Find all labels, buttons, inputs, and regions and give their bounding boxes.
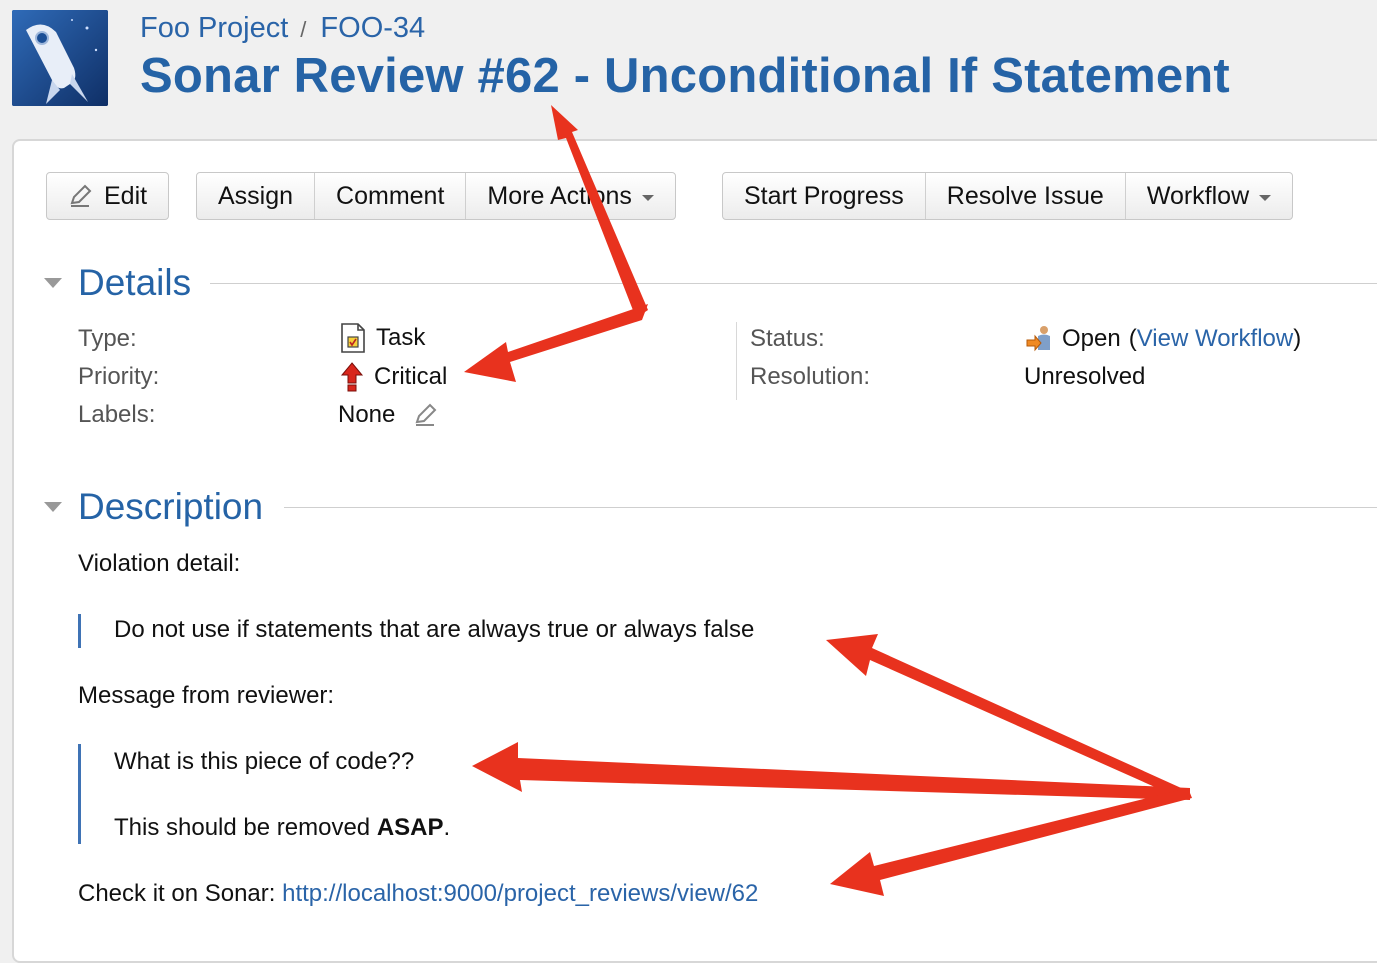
paren-open: ( <box>1128 325 1137 352</box>
priority-value-text: Critical <box>374 363 448 390</box>
details-divider <box>210 283 1377 284</box>
description-section-header[interactable]: Description <box>44 486 263 528</box>
labels-value: None <box>338 401 437 429</box>
type-value-text: Task <box>376 324 426 351</box>
resolve-issue-button[interactable]: Resolve Issue <box>926 173 1126 219</box>
workflow-button-group: Start Progress Resolve Issue Workflow <box>722 172 1294 220</box>
resolution-value: Unresolved <box>1024 363 1146 390</box>
reviewer-line-1: What is this piece of code?? <box>114 748 415 775</box>
status-value: Open (View Workflow) <box>1026 324 1301 354</box>
details-section-header[interactable]: Details <box>44 262 191 304</box>
chevron-down-icon <box>641 195 654 201</box>
reviewer-line-2-text: This should be removed <box>114 814 377 841</box>
paren-close: ) <box>1293 325 1302 352</box>
labels-value-text: None <box>338 401 396 428</box>
edit-button-label: Edit <box>104 181 148 210</box>
edit-labels-pencil-icon[interactable] <box>413 403 437 427</box>
task-icon <box>340 323 366 353</box>
pencil-icon <box>68 184 92 208</box>
breadcrumb-issue-link[interactable]: FOO-34 <box>320 12 425 44</box>
violation-quote-text: Do not use if statements that are always… <box>114 616 755 643</box>
sonar-prefix: Check it on Sonar: <box>78 880 283 907</box>
edit-button[interactable]: Edit <box>47 173 168 219</box>
edit-button-group: Edit <box>46 172 170 220</box>
details-column-divider <box>736 322 737 400</box>
open-status-icon <box>1026 324 1052 354</box>
resolution-label: Resolution: <box>750 363 871 390</box>
status-value-text: Open <box>1062 325 1121 352</box>
reviewer-quote-bar <box>78 744 81 844</box>
violation-detail-label: Violation detail: <box>78 550 241 577</box>
more-actions-button[interactable]: More Actions <box>466 173 675 219</box>
reviewer-line-2-suffix: . <box>443 814 451 841</box>
breadcrumb-project-link[interactable]: Foo Project <box>140 12 288 44</box>
start-progress-button[interactable]: Start Progress <box>723 173 926 219</box>
view-workflow-link[interactable]: View Workflow <box>1137 325 1294 353</box>
workflow-button[interactable]: Workflow <box>1126 173 1292 219</box>
comment-button[interactable]: Comment <box>315 173 467 219</box>
more-actions-label: More Actions <box>487 181 632 210</box>
reviewer-line-2-bold: ASAP <box>376 814 444 841</box>
status-label: Status: <box>750 325 825 352</box>
project-logo-icon[interactable] <box>12 10 108 106</box>
priority-value: Critical <box>340 362 447 392</box>
description-heading: Description <box>78 486 264 527</box>
priority-label: Priority: <box>78 363 160 390</box>
collapse-triangle-icon[interactable] <box>44 502 62 512</box>
page-title[interactable]: Sonar Review #62 - Unconditional If Stat… <box>140 48 1230 104</box>
assign-button[interactable]: Assign <box>197 173 316 219</box>
type-value: Task <box>340 323 425 353</box>
chevron-down-icon <box>1259 195 1272 201</box>
workflow-label: Workflow <box>1146 181 1250 210</box>
critical-priority-arrow-icon <box>340 362 364 392</box>
actions-button-group: Assign Comment More Actions <box>196 172 676 220</box>
breadcrumb: Foo Project / FOO-34 <box>140 12 425 45</box>
sonar-review-link[interactable]: http://localhost:9000/project_reviews/vi… <box>282 880 758 907</box>
breadcrumb-separator: / <box>300 17 307 42</box>
reviewer-message-label: Message from reviewer: <box>78 682 335 709</box>
reviewer-line-2: This should be removed ASAP. <box>114 814 450 842</box>
sonar-line: Check it on Sonar: http://localhost:9000… <box>78 880 758 908</box>
violation-quote-bar <box>78 614 81 648</box>
details-heading: Details <box>78 262 192 303</box>
description-divider <box>284 507 1377 508</box>
labels-label: Labels: <box>78 401 156 428</box>
type-label: Type: <box>78 325 137 352</box>
collapse-triangle-icon[interactable] <box>44 278 62 288</box>
